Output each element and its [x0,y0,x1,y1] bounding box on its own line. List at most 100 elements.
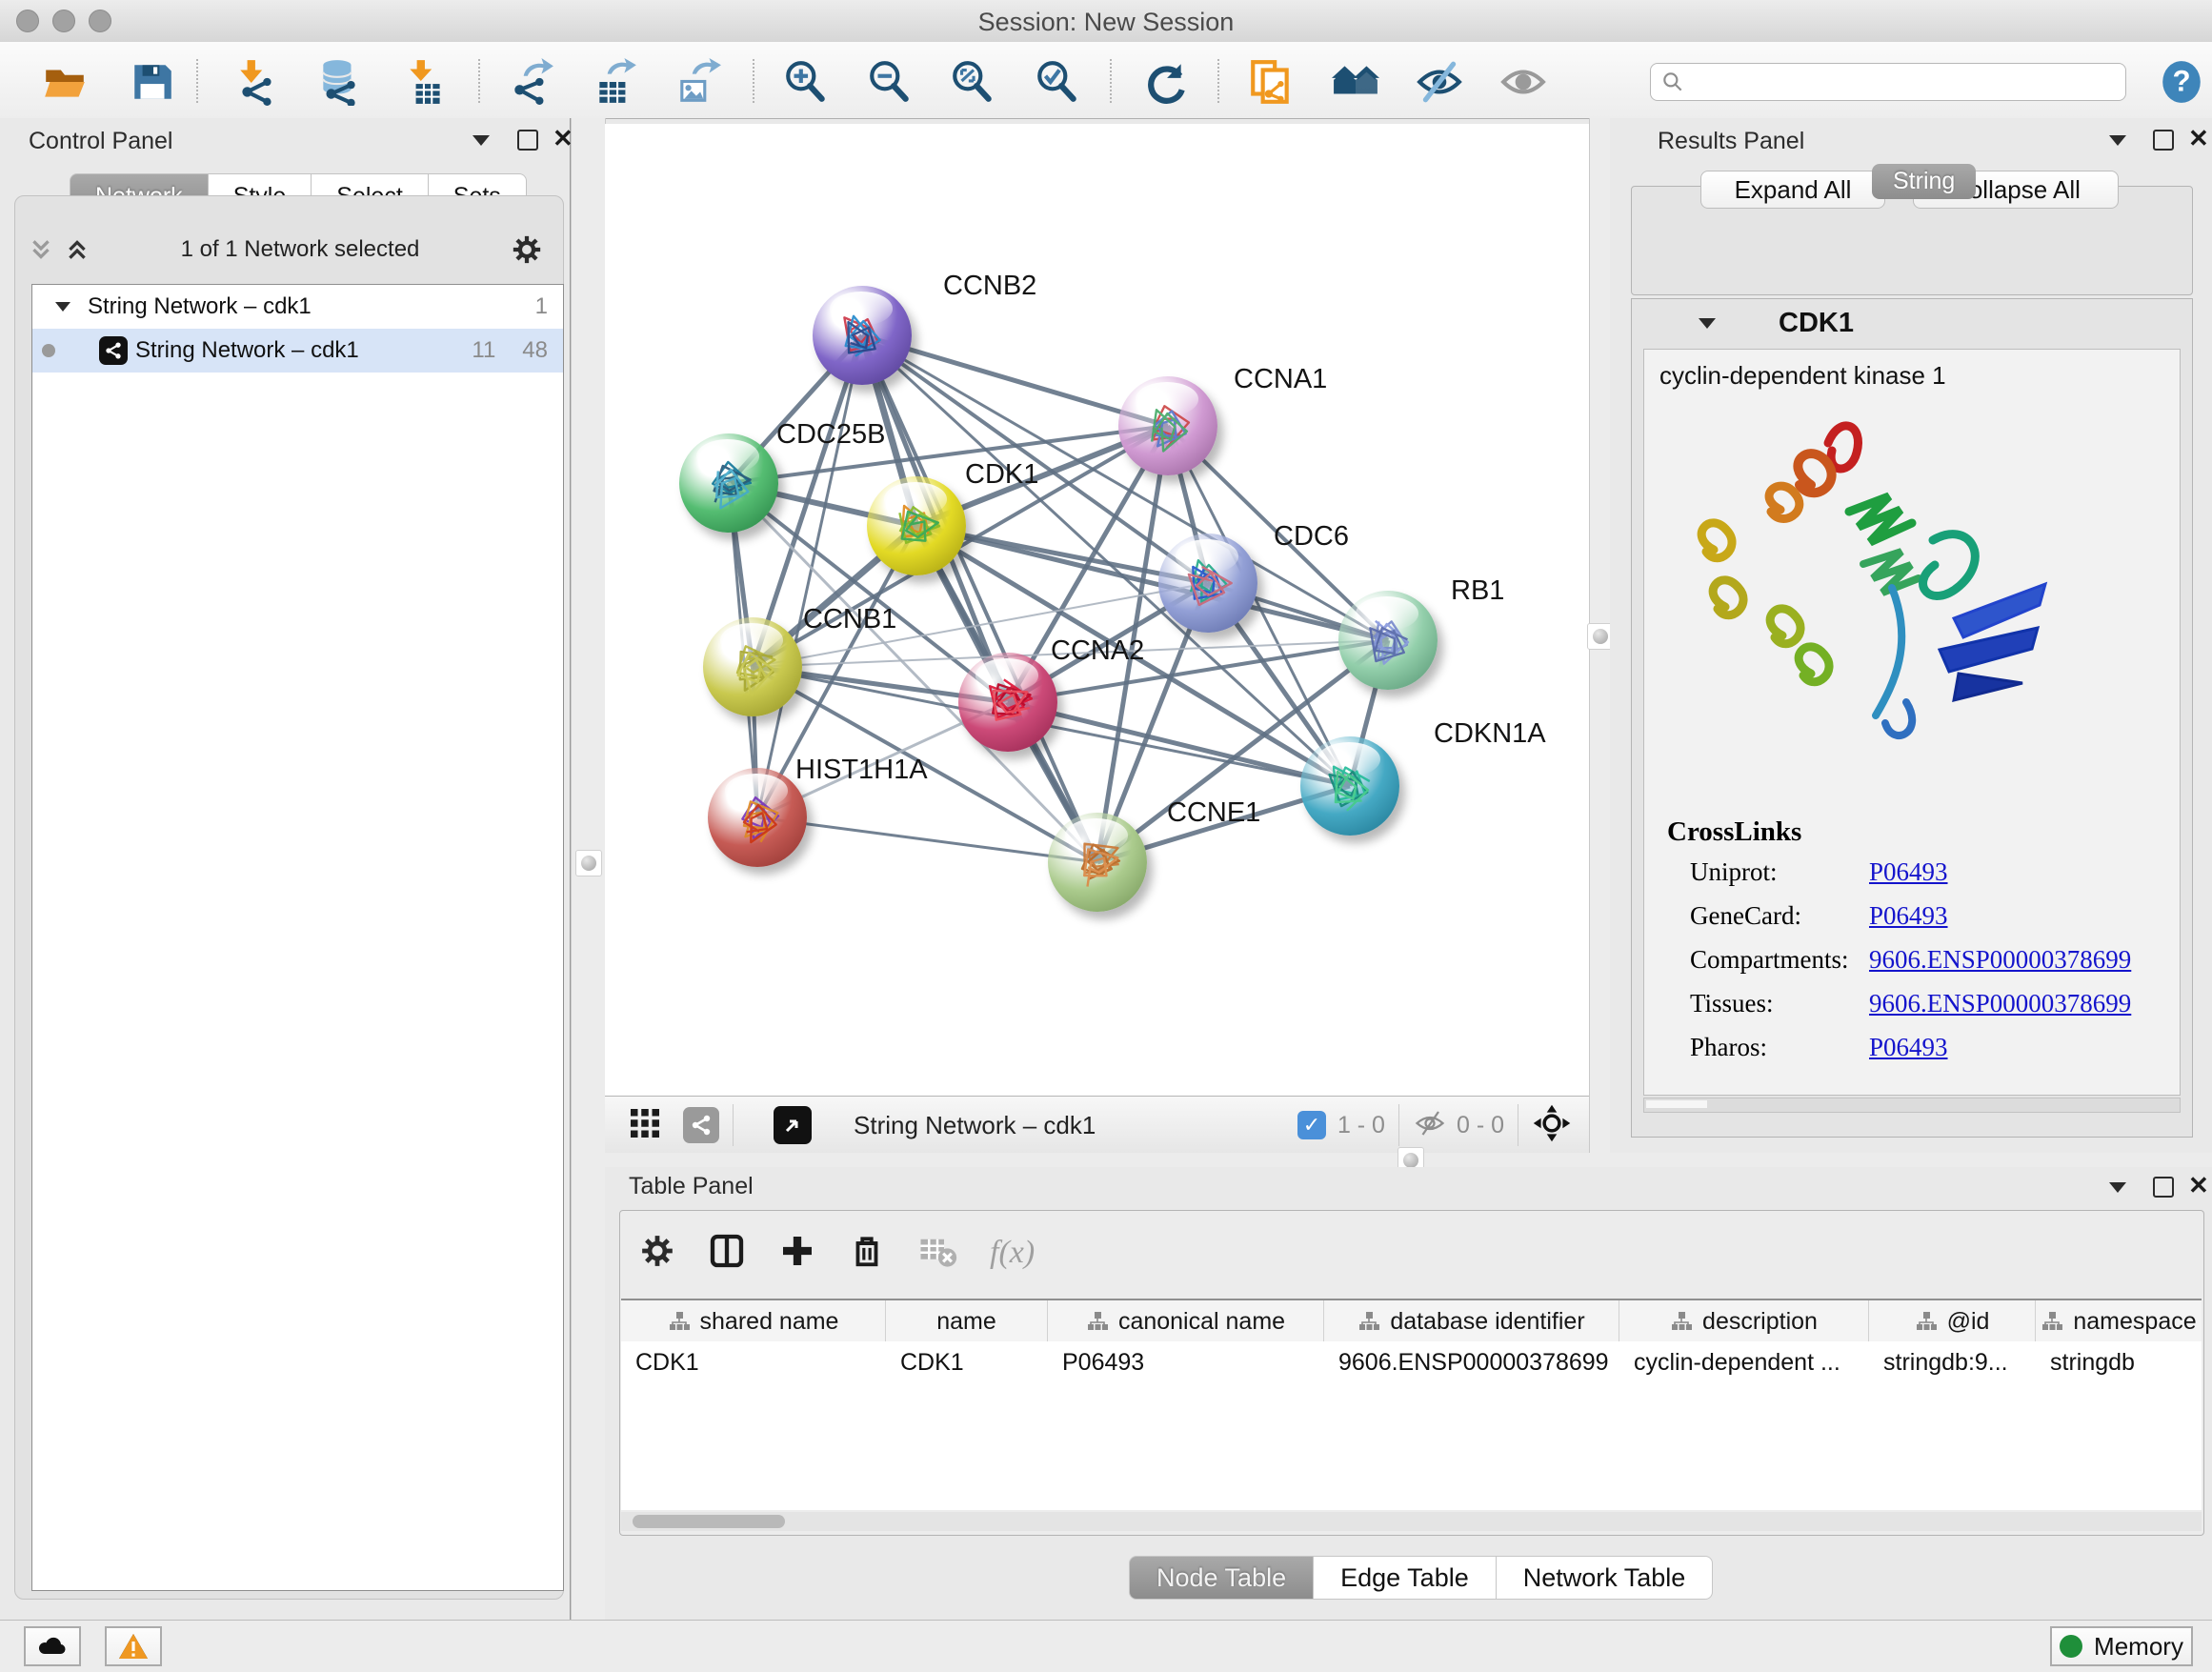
import-table-file-icon[interactable] [399,55,452,109]
import-network-database-icon[interactable] [312,55,366,109]
zoom-selected-icon[interactable] [1031,55,1084,109]
table-panel: Table Panel ✕ f(x) shared name name [605,1167,2212,1620]
first-neighbors-icon[interactable] [1329,55,1382,109]
panel-float-icon[interactable] [2153,130,2174,151]
network-node-ccne1[interactable] [1048,813,1147,912]
network-node-cdc25b[interactable] [679,433,778,533]
entry-header[interactable]: CDK1 [1632,299,2192,347]
cell-database-identifier[interactable]: 9606.ENSP00000378699 [1324,1341,1619,1383]
panel-menu-icon[interactable] [2109,1182,2126,1193]
node-label-hist1h1a: HIST1H1A [795,755,928,786]
new-network-from-selection-icon[interactable] [1244,55,1297,109]
cell-namespace[interactable]: stringdb [2036,1341,2202,1383]
crosslink-uniprot-link[interactable]: P06493 [1869,857,1948,887]
help-icon[interactable]: ? [2155,55,2208,109]
tab-string[interactable]: String [1872,164,1976,199]
network-node-ccnb1[interactable] [703,617,802,716]
tab-node-table[interactable]: Node Table [1129,1556,1314,1600]
network-collection-row[interactable]: String Network – cdk1 1 [32,285,563,329]
panel-menu-icon[interactable] [2109,135,2126,146]
import-network-file-icon[interactable] [231,55,284,109]
network-node-cdkn1a[interactable] [1300,736,1399,836]
show-all-icon[interactable] [1497,55,1550,109]
table-row[interactable]: CDK1 CDK1 P06493 9606.ENSP00000378699 cy… [621,1341,2202,1383]
panel-close-icon[interactable]: ✕ [2188,130,2209,147]
results-scrollbar[interactable] [1643,1098,2181,1113]
node-label-ccnb1: CCNB1 [803,604,896,635]
crosslink-genecard-link[interactable]: P06493 [1869,901,1948,931]
table-horizontal-scrollbar[interactable] [621,1512,2202,1531]
grid-view-icon[interactable] [628,1106,662,1145]
open-session-icon[interactable] [38,55,91,109]
expand-all-button[interactable]: Expand All [1700,171,1885,209]
network-node-ccna2[interactable] [958,653,1057,752]
column-header-id[interactable]: @id [1869,1300,2036,1342]
panel-close-icon[interactable]: ✕ [2188,1177,2209,1194]
collection-expand-icon[interactable] [55,302,70,312]
warning-status-button[interactable] [105,1626,162,1666]
network-node-cdc6[interactable] [1158,534,1257,633]
collapse-all-chevron-icon[interactable] [29,236,53,263]
panel-float-icon[interactable] [517,130,538,151]
table-options-gear-icon[interactable] [639,1233,675,1274]
search-input[interactable] [1685,68,2108,96]
entry-content: cyclin-dependent kinase 1 [1643,349,2181,1096]
column-header-canonical-name[interactable]: canonical name [1048,1300,1324,1342]
crosslink-tissues-link[interactable]: 9606.ENSP00000378699 [1869,989,2131,1018]
export-image-icon[interactable] [672,55,725,109]
panel-menu-icon[interactable] [473,135,490,146]
apply-layout-icon[interactable] [1138,55,1192,109]
table-empty-area [621,1383,2202,1510]
protein-structure-thumbnail [679,433,778,533]
network-view[interactable]: CCNB2CCNA1CDC25BCDK1CDC6RB1CCNB1CCNA2CDK… [605,124,1589,1096]
panel-float-icon[interactable] [2153,1177,2174,1198]
right-splitter[interactable] [1589,118,1611,1153]
cell-description[interactable]: cyclin-dependent ... [1619,1341,1869,1383]
export-network-icon[interactable] [505,55,558,109]
bottom-splitter[interactable] [605,1153,2212,1167]
save-session-icon[interactable] [126,55,179,109]
crosslink-pharos-link[interactable]: P06493 [1869,1033,1948,1062]
cell-id[interactable]: stringdb:9... [1869,1341,2036,1383]
network-view-type-icon[interactable] [683,1107,719,1143]
network-node-cdk1[interactable] [867,476,966,575]
hide-selected-icon[interactable] [1413,55,1466,109]
expand-all-chevron-icon[interactable] [65,236,90,263]
network-node-ccnb2[interactable] [813,286,912,385]
memory-button[interactable]: Memory [2050,1626,2193,1666]
network-row[interactable]: String Network – cdk1 11 48 [32,329,563,373]
network-edge-count: 48 [522,337,548,364]
column-header-database-identifier[interactable]: database identifier [1324,1300,1619,1342]
column-header-name[interactable]: name [886,1300,1048,1342]
birds-eye-view-icon[interactable] [1532,1103,1572,1148]
selected-count-checkbox-icon[interactable]: ✓ [1297,1111,1326,1139]
delete-column-icon[interactable] [849,1233,885,1274]
protein-structure-thumbnail [958,653,1057,752]
network-edges [605,124,1589,1096]
network-node-ccna1[interactable] [1118,376,1217,475]
show-columns-icon[interactable] [708,1232,746,1275]
network-options-gear-icon[interactable] [511,233,543,266]
toolbar-separator [478,59,480,103]
left-splitter[interactable] [571,118,606,1620]
export-table-icon[interactable] [589,55,642,109]
cell-shared-name[interactable]: CDK1 [621,1341,886,1383]
zoom-out-icon[interactable] [863,55,916,109]
cell-canonical-name[interactable]: P06493 [1048,1341,1324,1383]
cloud-status-button[interactable] [24,1626,81,1666]
left-splitter-handle[interactable] [575,850,602,876]
entry-collapse-icon[interactable] [1699,318,1716,329]
network-node-rb1[interactable] [1338,591,1438,690]
column-header-namespace[interactable]: namespace [2036,1300,2202,1342]
cell-name[interactable]: CDK1 [886,1341,1048,1383]
column-header-shared-name[interactable]: shared name [621,1300,886,1342]
network-node-hist1h1a[interactable] [708,768,807,867]
column-header-description[interactable]: description [1619,1300,1869,1342]
tab-edge-table[interactable]: Edge Table [1314,1556,1497,1600]
detach-view-icon[interactable] [774,1106,812,1144]
tab-network-table[interactable]: Network Table [1497,1556,1714,1600]
zoom-in-icon[interactable] [779,55,833,109]
crosslink-compartments-link[interactable]: 9606.ENSP00000378699 [1869,945,2131,975]
fit-content-icon[interactable] [946,55,999,109]
create-column-icon[interactable] [778,1232,816,1275]
